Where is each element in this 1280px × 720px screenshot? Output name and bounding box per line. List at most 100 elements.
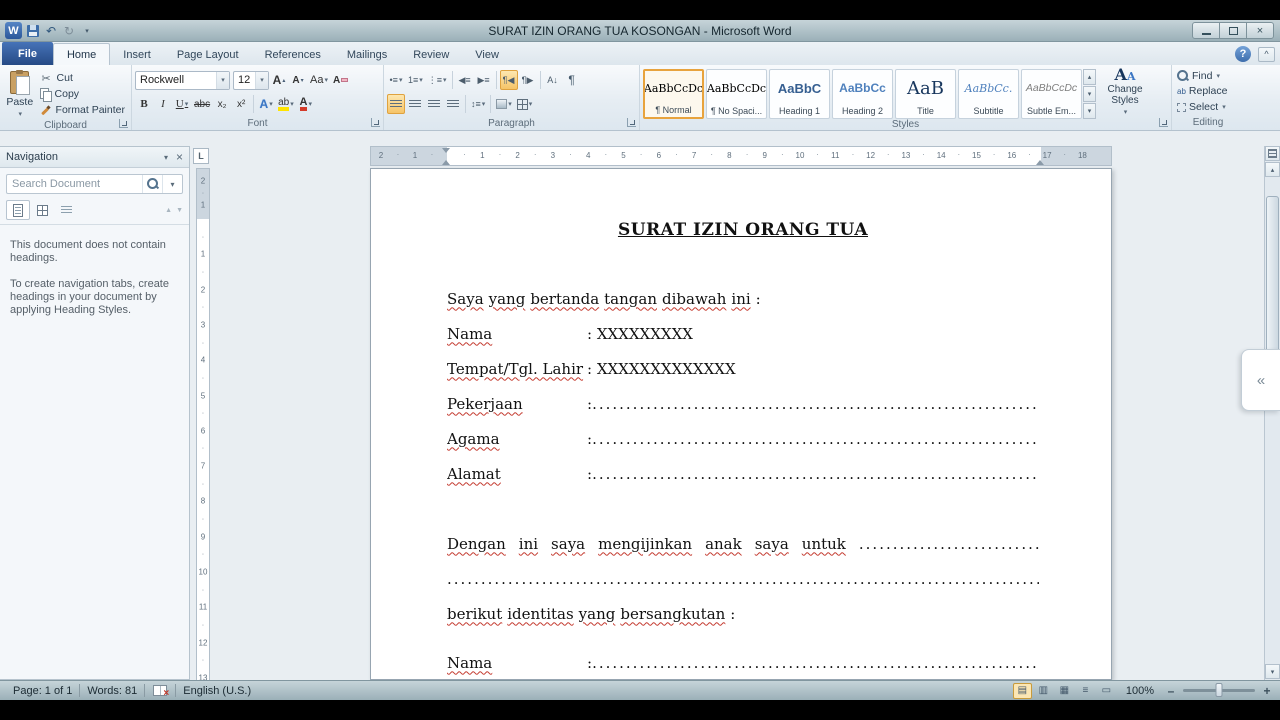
style-card-title[interactable]: AaB Title	[895, 69, 956, 119]
horizontal-ruler[interactable]: 2 · 1 · · 1 · 2 · 3 · 4 · 5 · 6 · 7 · 8 · 9 · 10 · 11 · 12 · 13 · 14 · 15…	[370, 146, 1112, 166]
tab-home[interactable]: Home	[52, 43, 111, 65]
document-page[interactable]: SURAT IZIN ORANG TUA Saya yang bertanda tan…	[370, 168, 1112, 680]
browse-headings-tab[interactable]	[6, 200, 30, 220]
help-icon[interactable]: ?	[1235, 46, 1251, 62]
zoom-slider-thumb[interactable]	[1215, 683, 1223, 697]
save-button[interactable]	[26, 23, 40, 39]
clear-formatting-button[interactable]: A	[331, 70, 350, 90]
language-indicator[interactable]: English (U.S.)	[176, 685, 258, 697]
find-button[interactable]: Find ▾	[1177, 68, 1241, 83]
tab-mailings[interactable]: Mailings	[334, 44, 400, 65]
paste-dropdown-icon[interactable]: ▾	[19, 110, 23, 118]
navigation-options-dropdown[interactable]: ▾	[164, 153, 168, 162]
font-family-dropdown-icon[interactable]: ▾	[216, 71, 229, 89]
cut-button[interactable]: ✂ Cut	[37, 70, 128, 86]
right-to-left-direction-button[interactable]: ¶▶	[519, 70, 537, 90]
tab-stop-selector[interactable]: L	[193, 148, 209, 164]
paragraph-dialog-launcher[interactable]	[627, 118, 636, 127]
underline-button[interactable]: U ▾	[173, 94, 191, 114]
borders-button[interactable]: ▾	[515, 94, 535, 114]
styles-scroll-down-button[interactable]: ▾	[1083, 86, 1096, 102]
text-effects-button[interactable]: A ▾	[257, 94, 275, 114]
show-formatting-marks-button[interactable]: ¶	[563, 70, 581, 90]
shrink-font-button[interactable]: A ▾	[289, 70, 307, 90]
select-button[interactable]: Select ▾	[1177, 100, 1241, 115]
increase-indent-button[interactable]: ▶≡	[475, 70, 493, 90]
font-size-select[interactable]: 12 ▾	[233, 70, 269, 90]
outline-view-button[interactable]: ≡	[1076, 683, 1095, 699]
ruler-toggle-button[interactable]	[1265, 146, 1280, 161]
tab-references[interactable]: References	[252, 44, 334, 65]
style-card--no-spaci-[interactable]: AaBbCcDc ¶ No Spaci...	[706, 69, 767, 119]
tab-file[interactable]: File	[2, 42, 53, 65]
style-card--normal[interactable]: AaBbCcDc ¶ Normal	[643, 69, 704, 119]
line-spacing-button[interactable]: ↕≡ ▾	[469, 94, 487, 114]
zoom-out-button[interactable]: –	[1164, 684, 1178, 698]
style-card-subtitle[interactable]: AaBbCc. Subtitle	[958, 69, 1019, 119]
previous-result-button[interactable]: ▲	[165, 207, 172, 214]
word-logo-icon[interactable]: W	[5, 22, 22, 39]
qat-customize-button[interactable]: ▾	[80, 23, 94, 39]
search-document-box[interactable]: ▾	[6, 174, 183, 194]
zoom-level[interactable]: 100%	[1118, 685, 1162, 697]
next-result-button[interactable]: ▼	[176, 207, 183, 214]
full-screen-reading-view-button[interactable]: ▥	[1034, 683, 1053, 699]
browse-results-tab[interactable]	[54, 200, 78, 220]
scroll-down-button[interactable]: ▾	[1265, 664, 1280, 679]
shading-button[interactable]: ▾	[494, 94, 514, 114]
left-to-right-direction-button[interactable]: ¶◀	[499, 70, 518, 90]
highlight-button[interactable]: ab ▾	[276, 94, 296, 114]
scrollbar-thumb[interactable]	[1266, 196, 1279, 366]
font-color-button[interactable]: A ▾	[297, 94, 315, 114]
superscript-button[interactable]: x²	[232, 94, 250, 114]
search-icon[interactable]	[142, 175, 162, 193]
style-card-heading-2[interactable]: AaBbCc Heading 2	[832, 69, 893, 119]
replace-button[interactable]: ab Replace	[1177, 84, 1241, 99]
bold-button[interactable]: B	[135, 94, 153, 114]
page-indicator[interactable]: Page: 1 of 1	[6, 685, 79, 697]
numbering-button[interactable]: 1≡ ▾	[406, 70, 425, 90]
font-dialog-launcher[interactable]	[371, 118, 380, 127]
maximize-button[interactable]	[1219, 22, 1247, 39]
sort-button[interactable]: A↓	[544, 70, 562, 90]
subscript-button[interactable]: x₂	[213, 94, 231, 114]
zoom-slider[interactable]	[1183, 683, 1255, 697]
scroll-up-button[interactable]: ▴	[1265, 162, 1280, 177]
clipboard-dialog-launcher[interactable]	[119, 119, 128, 128]
font-family-select[interactable]: Rockwell ▾	[135, 70, 230, 90]
style-card-heading-1[interactable]: AaBbC Heading 1	[769, 69, 830, 119]
collapse-side-panel-button[interactable]: «	[1241, 349, 1280, 411]
style-card-subtle-em-[interactable]: AaBbCcDc Subtle Em...	[1021, 69, 1082, 119]
navigation-close-button[interactable]: ×	[176, 150, 183, 164]
tab-page-layout[interactable]: Page Layout	[164, 44, 252, 65]
word-count[interactable]: Words: 81	[80, 685, 144, 697]
vertical-ruler[interactable]: 2 · 1 · 1 · 2 · 3 · 4 · 5 · 6 · 7 · 8 · 9 · 10 · 11 · 12 · 13	[196, 168, 210, 680]
minimize-button[interactable]	[1192, 22, 1220, 39]
vertical-scrollbar[interactable]: ▴ ▾	[1264, 146, 1280, 680]
proofing-errors-icon[interactable]	[153, 685, 169, 699]
web-layout-view-button[interactable]: ▦	[1055, 683, 1074, 699]
paste-button[interactable]: Paste ▾	[3, 68, 37, 120]
styles-dialog-launcher[interactable]	[1159, 118, 1168, 127]
search-options-dropdown-icon[interactable]: ▾	[162, 175, 182, 193]
undo-button[interactable]: ↶	[44, 23, 58, 39]
multilevel-list-button[interactable]: ⋮≡ ▾	[426, 70, 449, 90]
align-right-button[interactable]	[425, 94, 443, 114]
tab-view[interactable]: View	[462, 44, 512, 65]
decrease-indent-button[interactable]: ◀≡	[456, 70, 474, 90]
tab-review[interactable]: Review	[400, 44, 462, 65]
zoom-in-button[interactable]: +	[1260, 684, 1274, 698]
hanging-indent-marker[interactable]	[442, 156, 450, 165]
repeat-button[interactable]: ↻	[62, 23, 76, 39]
styles-scroll-up-button[interactable]: ▴	[1083, 69, 1096, 85]
browse-pages-tab[interactable]	[30, 200, 54, 220]
align-left-button[interactable]	[387, 94, 405, 114]
close-button[interactable]: ×	[1246, 22, 1274, 39]
draft-view-button[interactable]: ▭	[1097, 683, 1116, 699]
bullets-button[interactable]: •≡ ▾	[387, 70, 405, 90]
format-painter-button[interactable]: Format Painter	[37, 102, 128, 118]
change-case-button[interactable]: Aa ▾	[308, 70, 330, 90]
align-center-button[interactable]	[406, 94, 424, 114]
tab-insert[interactable]: Insert	[110, 44, 164, 65]
copy-button[interactable]: Copy	[37, 86, 128, 102]
